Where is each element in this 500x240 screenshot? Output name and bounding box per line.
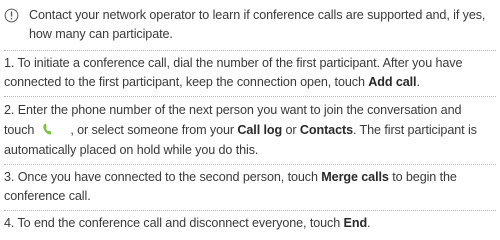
separator (4, 164, 496, 165)
contacts-label: Contacts (299, 123, 353, 137)
note-text: Contact your network operator to learn i… (29, 8, 486, 41)
step-text-mid: , or select someone from your (70, 123, 238, 137)
step-text-end: . (416, 75, 420, 89)
end-label: End (343, 216, 368, 230)
info-icon (4, 8, 19, 23)
step-number: 4. (4, 216, 15, 230)
note-block: Contact your network operator to learn i… (4, 6, 494, 44)
step-number: 2. (4, 103, 15, 117)
call-log-label: Call log (237, 123, 283, 137)
step-text: Once you have connected to the second pe… (17, 170, 322, 184)
add-call-label: Add call (368, 75, 417, 89)
step-text-end: . (367, 216, 371, 230)
separator (4, 96, 496, 97)
separator (4, 50, 496, 51)
merge-calls-label: Merge calls (321, 170, 389, 184)
step-2: 2. Enter the phone number of the next pe… (4, 100, 494, 160)
step-4: 4. To end the conference call and discon… (4, 214, 494, 233)
step-number: 3. (4, 170, 15, 184)
step-number: 1. (4, 56, 15, 70)
step-text: To end the conference call and disconnec… (17, 216, 344, 230)
phone-icon (43, 123, 52, 135)
separator (4, 210, 496, 211)
step-1: 1. To initiate a conference call, dial t… (4, 54, 494, 92)
step-text-or: or (282, 123, 300, 137)
step-3: 3. Once you have connected to the second… (4, 168, 494, 206)
